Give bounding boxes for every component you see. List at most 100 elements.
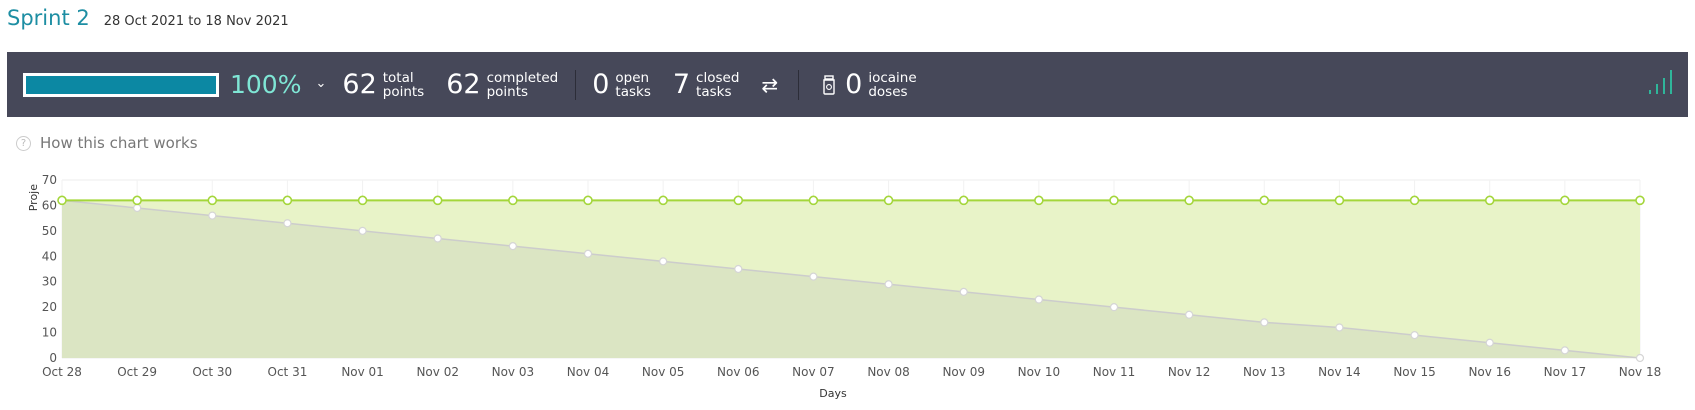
x-tick-label: Nov 18 [1619,365,1662,379]
x-tick-label: Oct 30 [192,365,232,379]
x-axis-label: Days [819,387,847,400]
iocaine-stat: 0 iocaine doses [845,69,917,100]
swap-arrows-icon[interactable]: ⇄ [761,73,778,97]
series-point-top [432,195,443,206]
series-point-top [1409,195,1420,206]
iocaine-label-line2: doses [868,83,908,100]
open-tasks-label: open tasks [615,71,650,99]
series-point-ideal [1185,310,1194,319]
closed-tasks-value: 7 [672,69,691,100]
question-icon: ? [16,135,31,151]
series-point-ideal [884,280,893,289]
series-point-top [808,195,819,206]
open-tasks-label-line1: open [615,69,650,86]
signal-bars-icon[interactable] [1648,68,1676,94]
series-point-top [1259,195,1270,206]
closed-tasks-label: closed tasks [696,71,739,99]
completed-points-label-line1: completed [486,69,559,86]
series-point-top [1034,195,1044,206]
burndown-chart: 0 10 20 30 40 50 60 70 Oct 28 Oct 29 Oct 30 Oct 31 N… [27,173,1662,400]
total-points-value: 62 [342,69,377,100]
total-points-label-line1: total [382,69,414,86]
x-tick-label: Nov 02 [416,365,459,379]
sprint-summary-bar: 100% ⌄ 62 total points 62 completed poin… [7,52,1688,117]
sprint-title[interactable]: Sprint 2 [7,6,90,30]
x-tick-label: Nov 16 [1468,365,1511,379]
x-tick-label: Nov 05 [642,365,685,379]
total-points-label: total points [383,71,424,99]
completed-points-value: 62 [446,69,481,100]
sprint-header: Sprint 2 28 Oct 2021 to 18 Nov 2021 [7,6,289,30]
series-point-top [508,195,518,206]
total-points-stat: 62 total points [342,69,424,100]
y-tick-label: 60 [42,198,57,212]
series-point-top [57,195,67,206]
x-tick-label: Nov 10 [1018,365,1061,379]
y-tick-label: 30 [42,275,57,289]
series-point-ideal [583,249,593,258]
closed-tasks-label-line2: tasks [696,83,732,100]
x-tick-label: Nov 04 [567,365,610,379]
y-tick-label: 0 [49,351,57,365]
series-point-ideal [1635,353,1645,363]
y-tick-label: 40 [42,249,57,263]
series-point-ideal [1485,338,1494,347]
series-point-top [883,195,894,206]
series-point-top [207,195,218,206]
series-point-top [1109,195,1119,206]
series-point-ideal [133,203,142,213]
y-axis-label: Proje [27,184,40,212]
total-points-label-line2: points [382,83,425,100]
open-tasks-label-line2: tasks [615,83,651,100]
series-point-ideal [283,219,292,228]
x-tick-label: Nov 13 [1243,365,1286,379]
series-point-ideal [508,242,517,251]
series-point-ideal [433,234,442,243]
x-tick-label: Oct 28 [42,365,82,379]
x-tick-label: Oct 29 [117,365,157,379]
series-point-ideal [734,264,743,274]
x-tick-label: Nov 01 [341,365,384,379]
series-point-top [282,195,293,206]
how-chart-works-link[interactable]: ? How this chart works [16,134,198,152]
sprint-dates: 28 Oct 2021 to 18 Nov 2021 [103,14,289,29]
progress-bar [23,72,219,97]
x-tick-label: Nov 11 [1093,365,1136,379]
chevron-down-icon[interactable]: ⌄ [315,76,326,91]
series-point-ideal [1335,323,1344,332]
closed-tasks-stat: 7 closed tasks [673,69,740,100]
series-point-ideal [809,272,818,281]
series-point-ideal [659,257,668,266]
series-point-top [958,195,969,206]
series-point-top [1484,195,1495,206]
series-point-top [658,195,668,206]
series-point-ideal [1410,331,1419,340]
y-tick-label: 20 [42,300,57,314]
series-point-top [357,195,368,206]
completed-points-label-line2: points [486,83,529,100]
iocaine-doses-label: iocaine doses [868,71,916,99]
divider [575,69,577,100]
y-tick-label: 70 [42,173,57,187]
series-point-top [1184,195,1194,206]
x-tick-label: Oct 31 [268,365,308,379]
closed-tasks-label-line1: closed [696,69,740,86]
x-tick-label: Nov 09 [942,365,985,379]
x-tick-label: Nov 12 [1168,365,1211,379]
series-point-ideal [1034,295,1043,304]
series-point-ideal [1560,346,1569,355]
x-tick-label: Nov 14 [1318,365,1361,379]
how-chart-works-label: How this chart works [40,134,198,152]
potion-jar-icon [823,74,835,95]
series-point-ideal [959,287,968,296]
series-point-ideal [358,226,367,235]
progress-bar-fill [26,75,216,94]
series-point-ideal [208,211,217,220]
x-tick-label: Nov 06 [717,365,760,379]
x-tick-label: Nov 07 [792,365,835,379]
progress-percent: 100% [230,70,302,99]
series-point-top [1334,195,1345,206]
series-point-top [583,195,593,206]
series-point-top [1635,195,1645,206]
open-tasks-stat: 0 open tasks [592,69,651,100]
